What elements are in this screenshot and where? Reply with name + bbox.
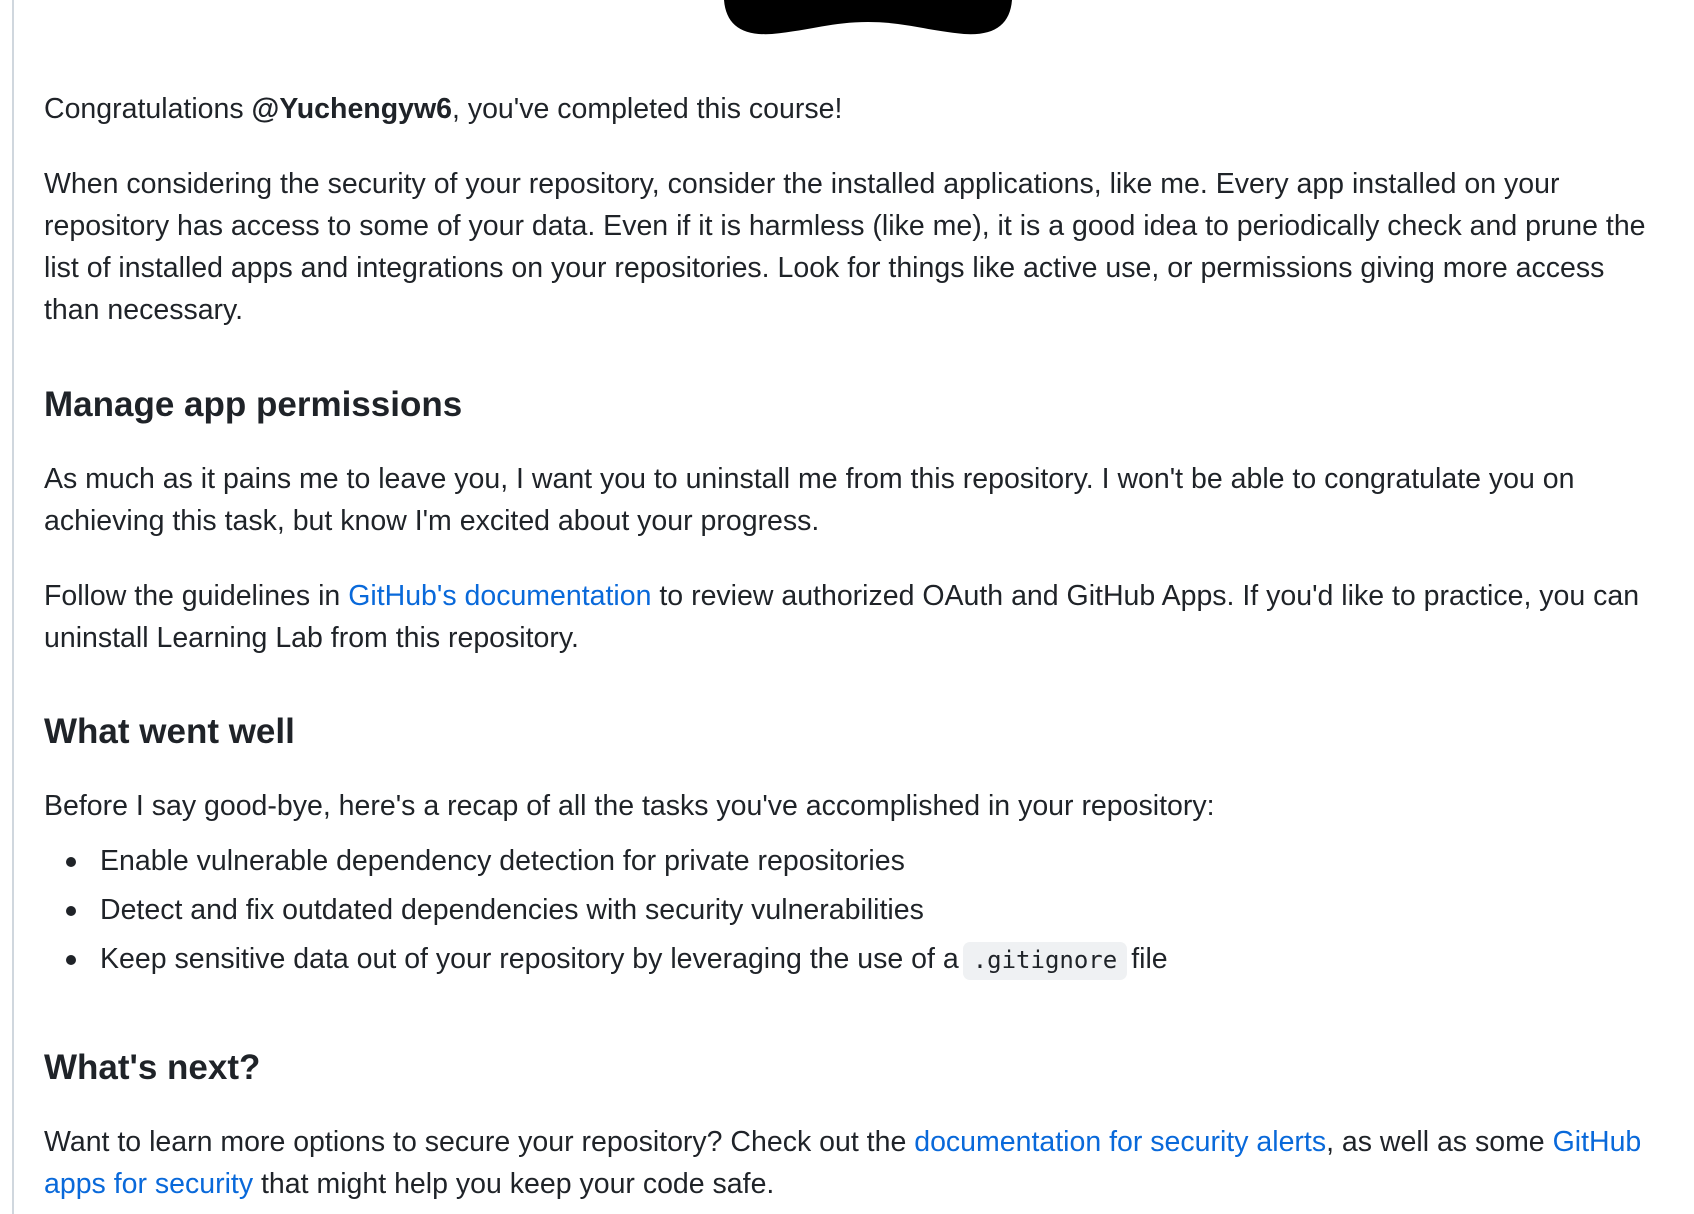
next-prefix: Want to learn more options to secure you… xyxy=(44,1126,915,1158)
task-text: Detect and fix outdated dependencies wit… xyxy=(100,894,924,926)
task-text: Enable vulnerable dependency detection f… xyxy=(100,845,905,877)
next-middle: , as well as some xyxy=(1326,1126,1553,1158)
went-well-heading: What went well xyxy=(44,712,295,751)
security-alerts-docs-link[interactable]: documentation for security alerts xyxy=(914,1126,1326,1158)
gitignore-code: .gitignore xyxy=(962,942,1128,980)
list-item: Keep sensitive data out of your reposito… xyxy=(44,938,1168,987)
whats-next-paragraph: Want to learn more options to secure you… xyxy=(44,1121,1654,1205)
mascot-icon xyxy=(724,0,1012,35)
manage-heading: Manage app permissions xyxy=(44,385,463,424)
follow-paragraph: Follow the guidelines in GitHub's docume… xyxy=(44,575,1654,659)
uninstall-paragraph: As much as it pains me to leave you, I w… xyxy=(44,463,1575,537)
follow-prefix: Follow the guidelines in xyxy=(44,580,349,612)
congrats-paragraph: Congratulations @Yuchengyw6, you've comp… xyxy=(44,88,1654,130)
congrats-suffix: , you've completed this course! xyxy=(451,93,843,125)
congrats-prefix: Congratulations xyxy=(44,93,252,125)
list-item: Detect and fix outdated dependencies wit… xyxy=(44,889,1168,938)
username-mention[interactable]: @Yuchengyw6 xyxy=(252,93,452,125)
comment-left-border xyxy=(12,0,14,1214)
went-well-intro: Before I say good-bye, here's a recap of… xyxy=(44,790,1215,822)
next-suffix: that might help you keep your code safe. xyxy=(253,1168,775,1200)
bullet-icon xyxy=(66,955,76,965)
security-paragraph: When considering the security of your re… xyxy=(44,168,1646,326)
tasks-list: Enable vulnerable dependency detection f… xyxy=(44,840,1168,987)
bullet-icon xyxy=(66,857,76,867)
task-text-suffix: file xyxy=(1131,943,1168,975)
whats-next-heading: What's next? xyxy=(44,1048,261,1087)
task-text: Keep sensitive data out of your reposito… xyxy=(100,943,959,975)
bullet-icon xyxy=(66,906,76,916)
list-item: Enable vulnerable dependency detection f… xyxy=(44,840,1168,889)
github-docs-link[interactable]: GitHub's documentation xyxy=(348,580,651,612)
